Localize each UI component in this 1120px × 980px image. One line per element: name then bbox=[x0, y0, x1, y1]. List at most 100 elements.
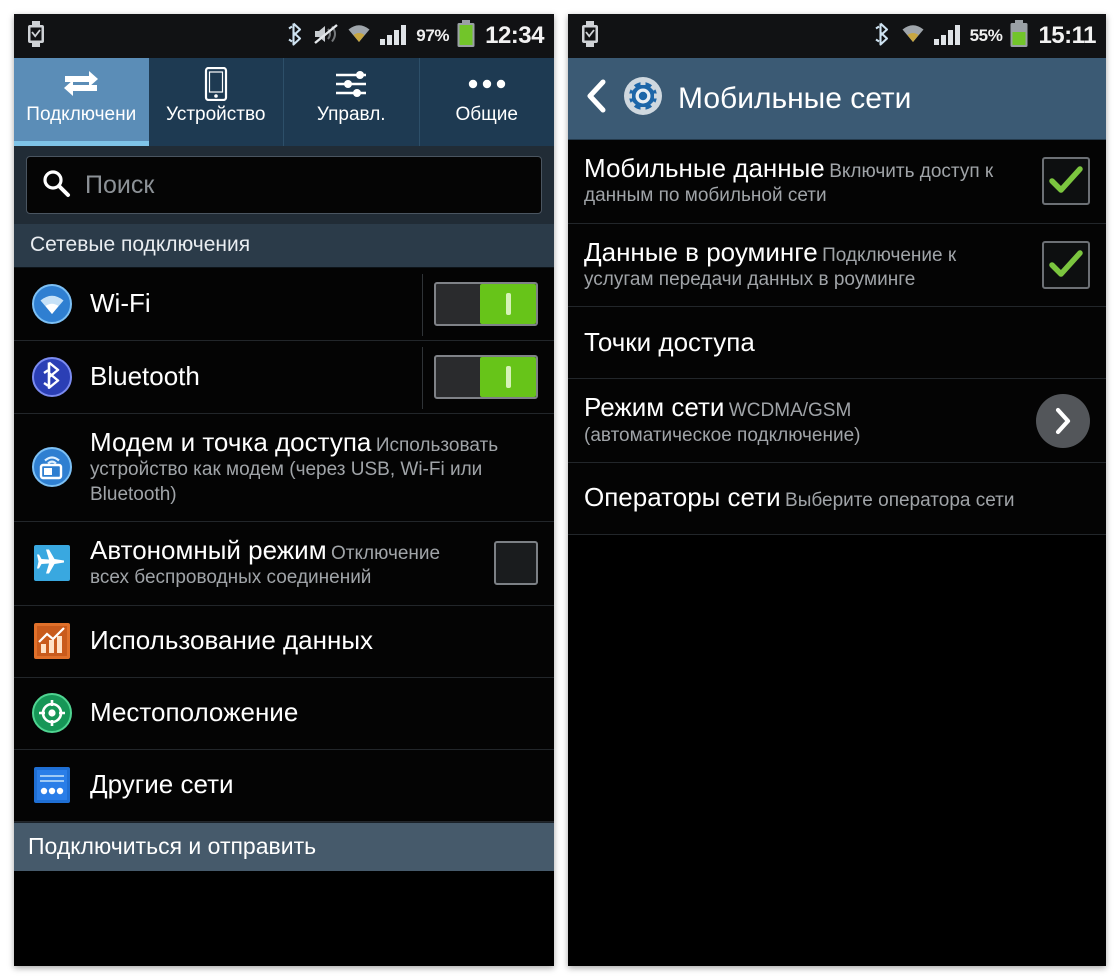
signal-icon bbox=[379, 22, 409, 51]
connections-arrows-icon bbox=[59, 67, 103, 101]
settings-gear-icon[interactable] bbox=[622, 75, 664, 122]
battery-icon bbox=[456, 19, 476, 53]
app-header: Мобильные сети bbox=[568, 58, 1106, 140]
data-roaming-checkbox-container bbox=[1042, 240, 1090, 289]
list-item-title: Wi-Fi bbox=[90, 288, 151, 319]
list-item-subtitle: Выберите оператора сети bbox=[785, 490, 1015, 512]
list-item-data-usage-text: Использование данных bbox=[90, 625, 538, 656]
search-icon bbox=[41, 168, 71, 203]
footer-connect-and-send[interactable]: Подключиться и отправить bbox=[14, 821, 554, 871]
tab-controls-label: Управл. bbox=[316, 104, 386, 125]
list-item-network-mode[interactable]: Режим сети WCDMA/GSM (автоматическое под… bbox=[568, 379, 1106, 463]
sliders-icon bbox=[333, 67, 369, 101]
page-title: Мобильные сети bbox=[678, 81, 912, 115]
battery-percent-label: 55% bbox=[969, 26, 1003, 45]
tethering-icon bbox=[30, 446, 74, 488]
section-header-network-connections: Сетевые подключения bbox=[14, 224, 554, 268]
toggle-knob bbox=[480, 357, 536, 397]
toggle-knob bbox=[480, 284, 536, 324]
list-item-title: Данные в роуминге bbox=[584, 236, 818, 267]
checkmark-icon bbox=[1049, 166, 1083, 194]
signal-icon bbox=[933, 22, 963, 51]
right-phone-screen: 55% 15:11 Мобильные сети Мобильные данны… bbox=[568, 14, 1106, 966]
list-item-tethering-text: Модем и точка доступа Использовать устро… bbox=[90, 427, 538, 507]
status-bar-left: 97% 12:34 bbox=[14, 14, 554, 58]
list-item-location-text: Местоположение bbox=[90, 697, 538, 728]
left-phone-screen: 97% 12:34 Подключени Устройство Управл. … bbox=[14, 14, 554, 966]
tab-device[interactable]: Устройство bbox=[149, 58, 284, 146]
list-item-access-points-text: Точки доступа bbox=[584, 326, 1090, 358]
wifi-toggle-container bbox=[422, 274, 538, 336]
airplane-icon bbox=[30, 542, 74, 584]
data-roaming-checkbox[interactable] bbox=[1042, 240, 1090, 289]
list-item-data-roaming-text: Данные в роуминге Подключение к услугам … bbox=[584, 236, 1026, 293]
list-item-other-networks-text: Другие сети bbox=[90, 769, 538, 800]
tab-connections-label: Подключени bbox=[26, 104, 137, 125]
smartwatch-icon bbox=[26, 20, 46, 52]
phone-icon bbox=[203, 67, 229, 101]
tab-controls[interactable]: Управл. bbox=[284, 58, 420, 146]
more-networks-icon bbox=[30, 764, 74, 806]
wifi-icon bbox=[900, 22, 926, 51]
search-input[interactable]: Поиск bbox=[26, 156, 542, 214]
list-item-airplane-text: Автономный режим Отключение всех беспров… bbox=[90, 534, 478, 591]
tab-general-label: Общие bbox=[455, 104, 518, 125]
checkmark-icon bbox=[1049, 250, 1083, 277]
list-item-data-usage[interactable]: Использование данных bbox=[14, 605, 554, 678]
list-item-other-networks[interactable]: Другие сети bbox=[14, 749, 554, 822]
wifi-icon bbox=[346, 22, 372, 51]
list-item-title: Bluetooth bbox=[90, 361, 200, 392]
tab-connections[interactable]: Подключени bbox=[14, 58, 149, 146]
list-item-bluetooth[interactable]: Bluetooth bbox=[14, 341, 554, 414]
list-item-title: Точки доступа bbox=[584, 326, 755, 357]
list-item-network-mode-text: Режим сети WCDMA/GSM (автоматическое под… bbox=[584, 392, 1020, 448]
list-item-mobile-data-text: Мобильные данные Включить доступ к данны… bbox=[584, 153, 1026, 209]
search-placeholder: Поиск bbox=[85, 170, 155, 199]
mobile-data-checkbox[interactable] bbox=[1042, 157, 1090, 206]
bluetooth-icon bbox=[287, 21, 306, 52]
battery-percent-label: 97% bbox=[416, 26, 450, 45]
list-item-title: Режим сети bbox=[584, 392, 725, 423]
list-item-title: Автономный режим bbox=[90, 534, 327, 565]
search-bar-container: Поиск bbox=[14, 146, 554, 224]
chevron-right-icon[interactable] bbox=[1036, 393, 1090, 448]
list-item-title: Использование данных bbox=[90, 625, 374, 656]
network-mode-arrow-container bbox=[1036, 393, 1090, 448]
list-item-title: Модем и точка доступа bbox=[90, 427, 372, 457]
status-bar-right: 55% 15:11 bbox=[568, 14, 1106, 58]
list-item-title: Местоположение bbox=[90, 697, 299, 728]
screenshot-stage: 97% 12:34 Подключени Устройство Управл. … bbox=[0, 0, 1120, 980]
battery-icon bbox=[1009, 19, 1029, 53]
tab-general[interactable]: Общие bbox=[420, 58, 555, 146]
list-item-title: Операторы сети bbox=[584, 482, 781, 513]
list-item-location[interactable]: Местоположение bbox=[14, 677, 554, 750]
list-item-access-points[interactable]: Точки доступа bbox=[568, 307, 1106, 380]
bluetooth-toggle-container bbox=[422, 347, 538, 409]
list-item-wifi[interactable]: Wi-Fi bbox=[14, 268, 554, 341]
list-item-network-operators-text: Операторы сети Выберите оператора сети bbox=[584, 482, 1090, 513]
bluetooth-icon bbox=[874, 21, 893, 52]
wifi-circle-icon bbox=[30, 283, 74, 325]
wifi-toggle[interactable] bbox=[422, 274, 538, 336]
list-item-mobile-data[interactable]: Мобильные данные Включить доступ к данны… bbox=[568, 140, 1106, 224]
data-usage-chart-icon bbox=[30, 620, 74, 662]
settings-tab-bar: Подключени Устройство Управл. Общие bbox=[14, 58, 554, 146]
bluetooth-circle-icon bbox=[30, 356, 74, 398]
airplane-checkbox-container bbox=[494, 541, 538, 586]
back-chevron-icon[interactable] bbox=[584, 78, 608, 119]
airplane-mode-checkbox[interactable] bbox=[494, 541, 538, 586]
list-item-data-roaming[interactable]: Данные в роуминге Подключение к услугам … bbox=[568, 223, 1106, 308]
list-item-airplane-mode[interactable]: Автономный режим Отключение всех беспров… bbox=[14, 521, 554, 606]
clock-label: 15:11 bbox=[1038, 22, 1096, 49]
bluetooth-toggle[interactable] bbox=[422, 347, 538, 409]
footer-filler bbox=[14, 870, 554, 966]
list-item-wifi-text: Wi-Fi bbox=[90, 288, 418, 319]
mobile-networks-list: Мобильные данные Включить доступ к данны… bbox=[568, 140, 1106, 966]
list-item-network-operators[interactable]: Операторы сети Выберите оператора сети bbox=[568, 462, 1106, 535]
settings-list: Wi-Fi Bluetooth Модем и точка доступа Ис… bbox=[14, 268, 554, 822]
location-target-icon bbox=[30, 692, 74, 734]
tab-device-label: Устройство bbox=[166, 104, 266, 125]
list-item-title: Другие сети bbox=[90, 769, 234, 800]
mute-icon bbox=[313, 22, 339, 51]
list-item-tethering[interactable]: Модем и точка доступа Использовать устро… bbox=[14, 414, 554, 522]
